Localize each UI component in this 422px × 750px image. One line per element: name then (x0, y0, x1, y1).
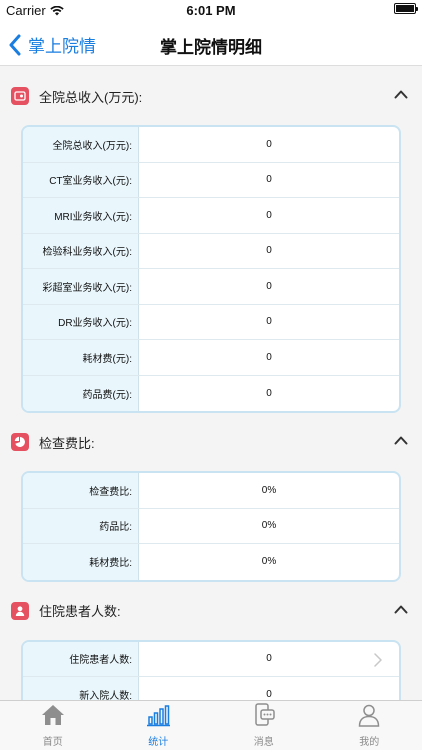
message-icon (255, 703, 275, 726)
row-label: 检验科业务收入(元): (23, 233, 139, 268)
user-icon (358, 704, 380, 727)
row-value-cell: 0 (139, 642, 399, 677)
table-row: 药品比: 0% (23, 508, 399, 544)
table-row: 彩超室业务收入(元): 0 (23, 269, 399, 305)
row-label: 新入院人数: (23, 677, 139, 700)
tab-label: 消息 (253, 737, 274, 748)
income-icon (11, 87, 29, 105)
table-row[interactable]: 住院患者人数: 0 (23, 641, 399, 677)
pie-chart-icon (11, 433, 29, 451)
row-value: 0 (266, 138, 272, 150)
table-row: 检查费比: 0% (23, 473, 399, 509)
row-value: 0% (261, 556, 277, 568)
row-label: CT室业务收入(元): (23, 162, 139, 197)
tab-label: 首页 (42, 737, 63, 748)
tab-profile[interactable]: 我的 (317, 701, 422, 750)
chevron-left-icon (9, 34, 21, 55)
table-row: 新入院人数: 0 (23, 677, 399, 700)
section-header-total-income[interactable]: 全院总收入(万元): (0, 67, 422, 125)
row-label: 彩超室业务收入(元): (23, 269, 139, 304)
table-row: MRI业务收入(元): 0 (23, 198, 399, 234)
row-label: MRI业务收入(元): (23, 198, 139, 233)
section-title: 全院总收入(万元): (39, 89, 143, 105)
row-label: 药品费(元): (23, 375, 139, 411)
tab-messages[interactable]: 消息 (211, 701, 317, 750)
status-time: 6:01 PM (186, 3, 236, 18)
back-button-label: 掌上院情 (28, 37, 96, 56)
chevron-right-icon[interactable] (373, 652, 383, 668)
row-value: 0 (266, 280, 272, 292)
person-icon (11, 601, 29, 620)
total-income-table: 全院总收入(万元): 0 CT室业务收入(元): 0 MRI业务收入(元): 0 检验… (21, 125, 401, 413)
row-value: 0 (266, 689, 272, 700)
tab-home[interactable]: 首页 (0, 701, 106, 750)
row-label: 耗材费比: (23, 544, 139, 580)
status-bar: Carrier 6:01 PM (0, 0, 422, 22)
tab-bar: 首页 统计 消息 我的 (0, 700, 422, 750)
section-header-fee-ratio[interactable]: 检查费比: (0, 413, 422, 471)
row-value: 0% (261, 520, 277, 532)
bar-chart-icon (147, 705, 171, 727)
table-row: CT室业务收入(元): 0 (23, 162, 399, 198)
section-title: 检查费比: (39, 435, 95, 451)
table-row: DR业务收入(元): 0 (23, 304, 399, 340)
section-header-inpatients[interactable]: 住院患者人数: (0, 582, 422, 640)
table-row: 检验科业务收入(元): 0 (23, 233, 399, 269)
status-right (394, 3, 418, 14)
tab-label: 我的 (359, 737, 380, 748)
home-icon (41, 705, 64, 725)
fee-ratio-table: 检查费比: 0% 药品比: 0% 耗材费比: 0% (21, 471, 401, 582)
tab-label: 统计 (148, 737, 169, 748)
inpatients-table: 住院患者人数: 0 新入院人数: 0 (21, 639, 401, 700)
row-label: 检查费比: (23, 473, 139, 508)
row-label: DR业务收入(元): (23, 304, 139, 339)
row-value: 0 (266, 387, 272, 399)
row-value: 0% (261, 484, 277, 496)
row-value: 0 (266, 209, 272, 221)
row-value: 0 (266, 351, 272, 363)
table-row: 耗材费(元): 0 (23, 340, 399, 376)
battery-icon (394, 3, 418, 14)
table-row: 全院总收入(万元): 0 (23, 127, 399, 163)
row-label: 住院患者人数: (23, 641, 139, 676)
back-button[interactable]: 掌上院情 (8, 32, 96, 57)
table-row: 药品费(元): 0 (23, 375, 399, 411)
row-value: 0 (266, 653, 272, 665)
chevron-up-icon[interactable] (394, 435, 408, 445)
detail-content[interactable]: 全院总收入(万元): 全院总收入(万元): 0 CT室业务收入(元): 0 MRI业… (0, 67, 422, 700)
table-row: 耗材费比: 0% (23, 544, 399, 580)
section-title: 住院患者人数: (39, 604, 121, 619)
navigation-bar: 掌上院情 掌上院情明细 (0, 22, 422, 66)
row-label: 耗材费(元): (23, 340, 139, 375)
row-value: 0 (266, 174, 272, 186)
row-value: 0 (266, 245, 272, 257)
chevron-up-icon[interactable] (394, 604, 408, 614)
tab-statistics[interactable]: 统计 (106, 701, 212, 750)
row-value: 0 (266, 316, 272, 328)
chevron-up-icon[interactable] (394, 89, 408, 99)
row-label: 药品比: (23, 508, 139, 543)
row-label: 全院总收入(万元): (23, 127, 139, 162)
